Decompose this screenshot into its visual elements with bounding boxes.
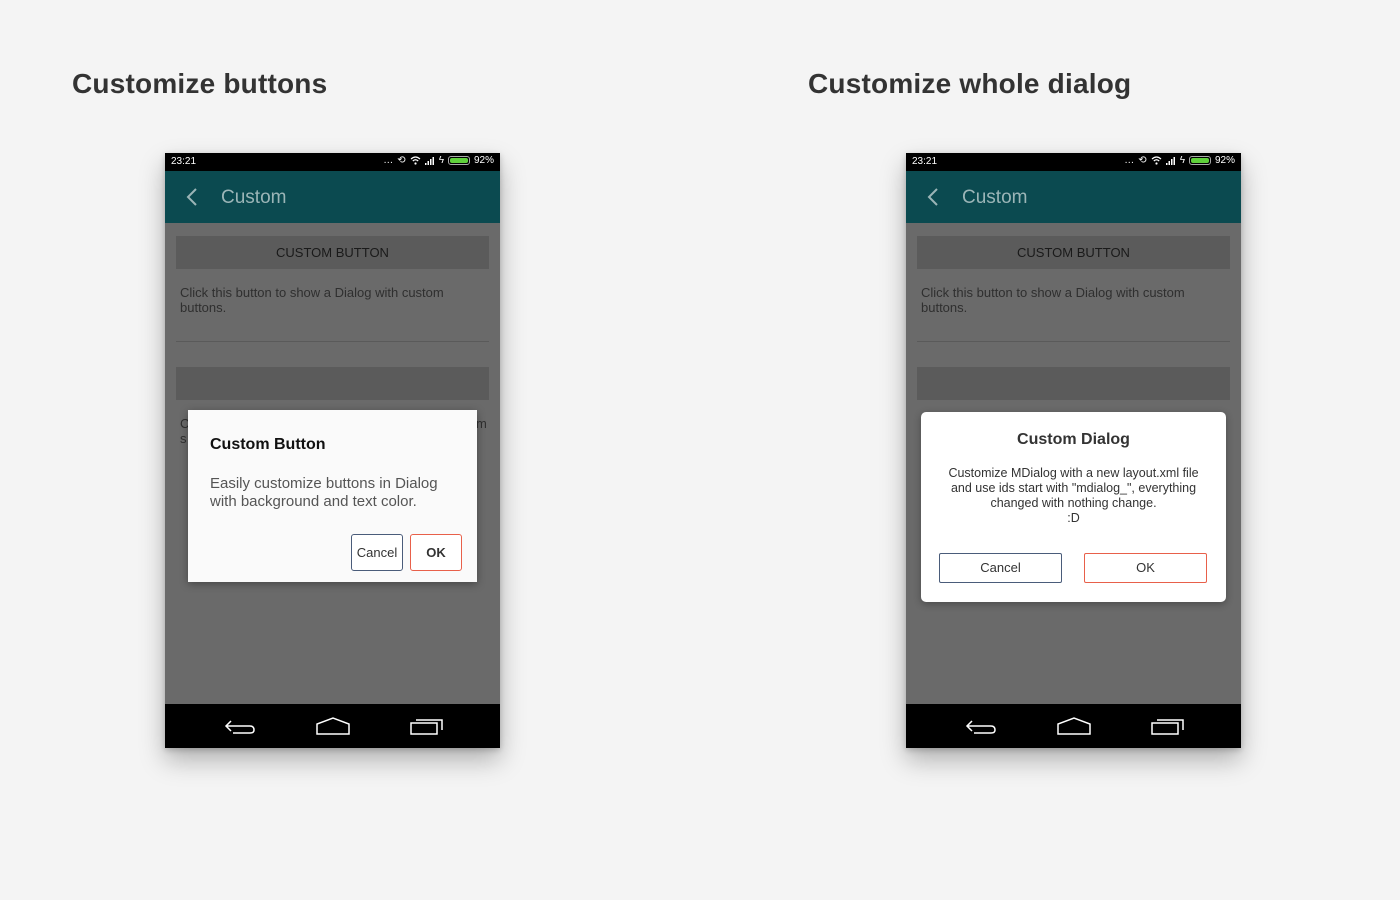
- battery-percentage: 92%: [1214, 155, 1235, 166]
- app-title: Custom: [962, 187, 1028, 208]
- dialog-title: Custom Dialog: [1017, 431, 1130, 448]
- recents-icon[interactable]: [1150, 716, 1186, 736]
- navigation-bar: [165, 704, 500, 748]
- dialog-message: Customize MDialog with a new layout.xml …: [935, 466, 1212, 526]
- more-icon: …: [383, 154, 394, 166]
- status-time: 23:21: [171, 156, 197, 167]
- sync-icon: ⟲: [1138, 154, 1147, 166]
- section-title-customize-buttons: Customize buttons: [72, 68, 328, 99]
- app-bar: Custom: [906, 171, 1241, 223]
- status-bar: 23:21 … ⟲ ϟ 92%: [906, 153, 1241, 171]
- content-area: CUSTOM BUTTON Click this button to show …: [906, 223, 1241, 704]
- custom-button-description: Click this button to show a Dialog with …: [921, 285, 1185, 315]
- ok-button[interactable]: OK: [1084, 553, 1207, 583]
- signal-icon: [424, 157, 434, 165]
- partial-text-left-2: s: [180, 431, 187, 446]
- phone-screen-customize-buttons: 23:21 … ⟲ ϟ 92% Custom CUSTOM BUTTON Cli…: [165, 153, 500, 748]
- chevron-left-icon[interactable]: [924, 185, 944, 209]
- back-icon[interactable]: [223, 716, 257, 736]
- charging-icon: ϟ: [438, 154, 444, 166]
- dialog-message-line: :D: [1067, 511, 1080, 525]
- sync-icon: ⟲: [397, 154, 406, 166]
- content-area: CUSTOM BUTTON Click this button to show …: [165, 223, 500, 704]
- dialog-message-line: and use ids start with "mdialog_", every…: [950, 481, 1197, 495]
- ok-button[interactable]: OK: [410, 534, 462, 571]
- battery-icon: [447, 156, 470, 165]
- section-title-customize-whole-dialog: Customize whole dialog: [808, 68, 1132, 99]
- custom-button-dialog: Custom Button Easily customize buttons i…: [188, 410, 477, 582]
- second-button[interactable]: [176, 367, 489, 400]
- custom-button[interactable]: CUSTOM BUTTON: [176, 236, 489, 269]
- custom-button-description: Click this button to show a Dialog with …: [180, 285, 444, 315]
- navigation-bar: [906, 704, 1241, 748]
- back-icon[interactable]: [964, 716, 998, 736]
- dialog-message-line: Customize MDialog with a new layout.xml …: [948, 466, 1199, 480]
- battery-icon: [1188, 156, 1211, 165]
- wifi-icon: [1151, 156, 1162, 165]
- more-icon: …: [1124, 154, 1135, 166]
- cancel-button[interactable]: Cancel: [351, 534, 403, 571]
- signal-icon: [1165, 157, 1175, 165]
- partial-text-right: m: [476, 416, 487, 431]
- dialog-message: Easily customize buttons in Dialog with …: [210, 475, 438, 510]
- divider: [917, 341, 1230, 342]
- recents-icon[interactable]: [409, 716, 445, 736]
- status-bar: 23:21 … ⟲ ϟ 92%: [165, 153, 500, 171]
- cancel-button[interactable]: Cancel: [939, 553, 1062, 583]
- charging-icon: ϟ: [1179, 154, 1185, 166]
- second-button[interactable]: [917, 367, 1230, 400]
- app-title: Custom: [221, 187, 287, 208]
- battery-percentage: 92%: [473, 155, 494, 166]
- custom-whole-dialog: Custom Dialog Customize MDialog with a n…: [921, 412, 1226, 602]
- dialog-message-line: changed with nothing change.: [990, 496, 1157, 510]
- dialog-title: Custom Button: [210, 436, 326, 453]
- status-time: 23:21: [912, 156, 938, 167]
- wifi-icon: [410, 156, 421, 165]
- chevron-left-icon[interactable]: [183, 185, 203, 209]
- app-bar: Custom: [165, 171, 500, 223]
- home-icon[interactable]: [1056, 716, 1092, 736]
- home-icon[interactable]: [315, 716, 351, 736]
- phone-screen-customize-whole-dialog: 23:21 … ⟲ ϟ 92% Custom CUSTOM BUTTON Cli…: [906, 153, 1241, 748]
- custom-button[interactable]: CUSTOM BUTTON: [917, 236, 1230, 269]
- divider: [176, 341, 489, 342]
